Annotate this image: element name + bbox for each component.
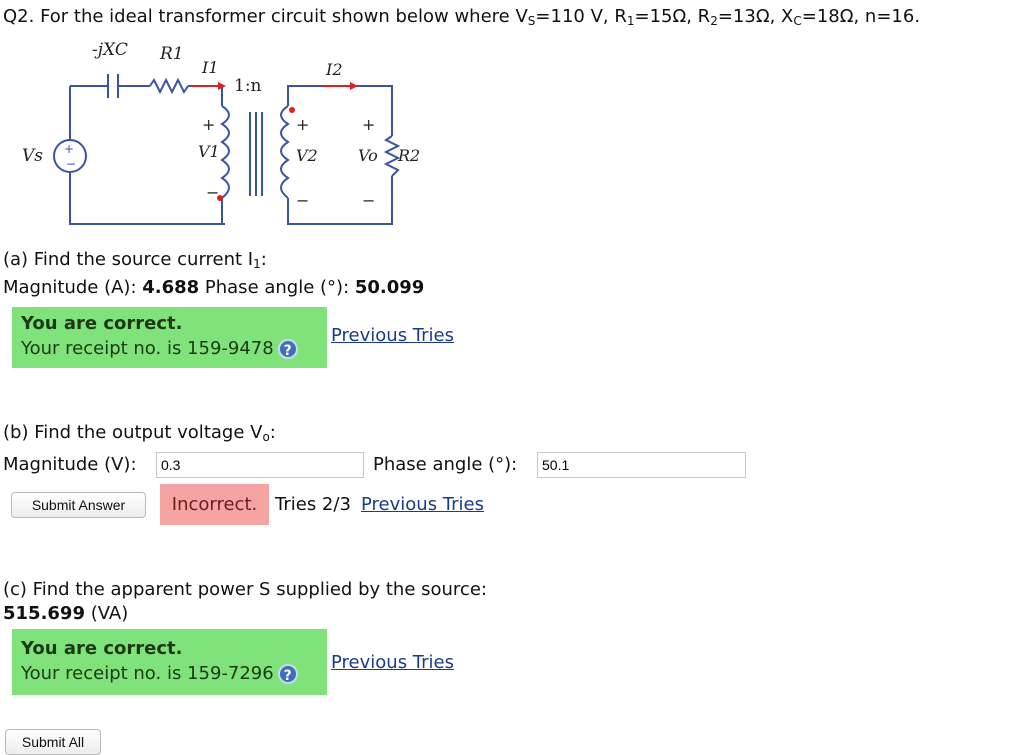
- part-a-phase-value: 50.099: [354, 277, 425, 298]
- part-a-previous-tries-link[interactable]: Previous Tries: [331, 325, 454, 346]
- r1-value: =15Ω, R: [634, 6, 711, 27]
- part-b-phase-label: Phase angle (°):: [373, 454, 518, 475]
- part-c-answer-line: 515.699 (VA): [3, 603, 128, 624]
- part-a-correct-text: You are correct.: [21, 313, 183, 334]
- svg-text:+: +: [296, 115, 309, 134]
- part-a-mag-label: Magnitude (A):: [3, 277, 143, 298]
- svg-text:+: +: [64, 142, 74, 156]
- v2-label: V2: [296, 146, 318, 165]
- v1-label: V1: [198, 142, 220, 161]
- svg-text:−: −: [66, 157, 76, 171]
- i1-label: I1: [202, 58, 219, 77]
- part-c-prompt: (c) Find the apparent power S supplied b…: [3, 579, 487, 600]
- question-prefix: Q2. For the ideal transformer circuit sh…: [3, 6, 528, 27]
- part-c-correct-text: You are correct.: [21, 638, 183, 659]
- r2-subscript: 2: [710, 14, 718, 28]
- resistor-r2-icon: [383, 135, 401, 177]
- resistor-r1-icon: [149, 77, 189, 95]
- xc-label: -jXC: [92, 40, 128, 60]
- vs-label: Vs: [22, 146, 44, 166]
- secondary-dot-icon: [289, 107, 295, 113]
- transformer-core-icon: [249, 112, 263, 196]
- r2-label: R2: [398, 146, 421, 165]
- svg-text:−: −: [296, 191, 309, 210]
- vs-value: =110 V, R: [535, 6, 627, 27]
- part-a-correct-box: You are correct. Your receipt no. is 159…: [12, 307, 327, 368]
- help-icon[interactable]: ?: [277, 664, 298, 684]
- r2-value: =13Ω, X: [717, 6, 794, 27]
- incorrect-badge: Incorrect.: [160, 484, 269, 525]
- i2-label: I2: [326, 60, 343, 79]
- submit-answer-button[interactable]: Submit Answer: [11, 492, 146, 518]
- xc-subscript: C: [793, 14, 802, 28]
- i2-arrow-icon: [350, 82, 358, 90]
- svg-text:−: −: [362, 191, 375, 210]
- part-a-receipt: Your receipt no. is 159-9478?: [21, 338, 298, 359]
- part-b-tries: Tries 2/3: [275, 494, 351, 515]
- part-b-mag-label: Magnitude (V):: [3, 454, 137, 475]
- ratio-label: 1:n: [234, 76, 262, 96]
- part-b-phase-input[interactable]: [537, 452, 746, 478]
- part-c-correct-box: You are correct. Your receipt no. is 159…: [12, 629, 327, 695]
- primary-coil-icon: [220, 105, 230, 199]
- help-icon[interactable]: ?: [277, 339, 298, 359]
- vo-label: Vo: [358, 146, 378, 165]
- part-c-value: 515.699: [3, 603, 85, 624]
- r1-label: R1: [160, 44, 184, 64]
- capacitor-icon: [107, 74, 119, 98]
- circuit-diagram: + − + − + − + −: [53, 74, 401, 225]
- question-title: Q2. For the ideal transformer circuit sh…: [3, 6, 920, 28]
- secondary-coil-icon: [280, 105, 290, 199]
- svg-text:+: +: [362, 115, 375, 134]
- part-b-prompt: (b) Find the output voltage Vo:: [3, 422, 276, 444]
- part-a-mag-value: 4.688: [142, 277, 200, 298]
- part-a-prompt: (a) Find the source current I1:: [3, 249, 267, 271]
- r1-primary-wire: [188, 85, 223, 106]
- part-a-answer-line: Magnitude (A): 4.688 Phase angle (°): 50…: [3, 277, 424, 298]
- xc-value: =18Ω, n=16.: [801, 6, 921, 27]
- submit-all-button[interactable]: Submit All: [5, 729, 101, 755]
- part-b-magnitude-input[interactable]: [156, 452, 364, 478]
- part-a-phase-label: Phase angle (°):: [199, 277, 355, 298]
- svg-text:−: −: [206, 183, 219, 202]
- part-c-receipt: Your receipt no. is 159-7296?: [21, 663, 298, 684]
- part-b-previous-tries-link[interactable]: Previous Tries: [361, 494, 484, 515]
- part-c-previous-tries-link[interactable]: Previous Tries: [331, 652, 454, 673]
- part-c-unit: (VA): [84, 603, 129, 624]
- svg-text:+: +: [202, 115, 215, 134]
